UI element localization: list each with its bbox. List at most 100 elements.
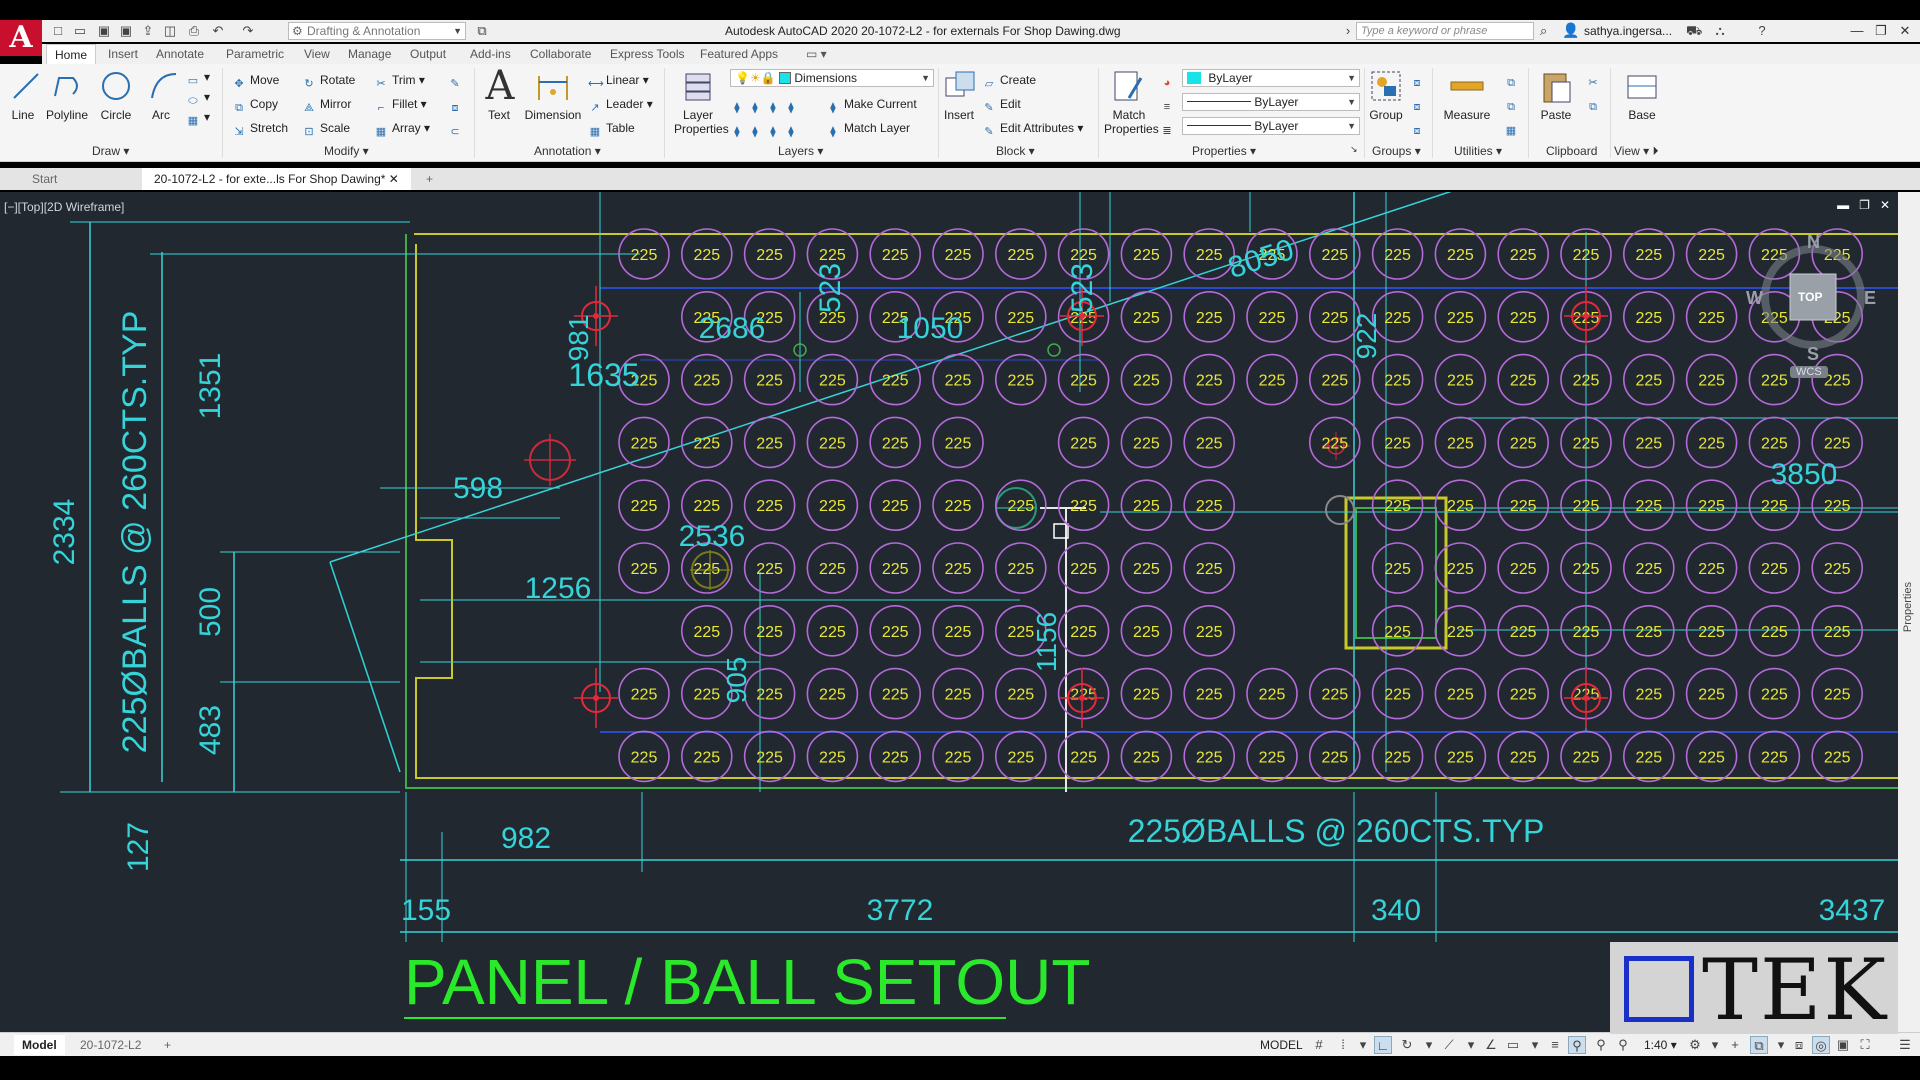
quick-select-icon[interactable]: ⧉ <box>1504 70 1522 89</box>
group-select-icon[interactable]: ⧈ <box>1410 118 1428 137</box>
open-file-icon[interactable]: ▭ <box>72 23 88 39</box>
compass-s[interactable]: S <box>1807 344 1819 365</box>
dimension-tool[interactable]: Dimension <box>522 68 584 122</box>
viewcube[interactable]: N S E W TOP WCS <box>1746 232 1878 378</box>
tab-layout[interactable]: 20-1072-L2 <box>72 1035 149 1055</box>
paste-tool[interactable]: Paste <box>1534 68 1578 122</box>
tab-active-drawing[interactable]: 20-1072-L2 - for exte...ls For Shop Dawi… <box>142 168 411 190</box>
application-menu-button[interactable]: A <box>0 20 42 56</box>
save-as-icon[interactable]: ▣ <box>118 23 134 39</box>
rectangle-icon[interactable]: ▭ ▾ <box>186 68 210 87</box>
viewcube-top-face[interactable]: TOP <box>1798 290 1822 304</box>
layer-dropdown[interactable]: 💡☀🔒 Dimensions ▼ <box>730 69 934 87</box>
panel-clipboard-label[interactable]: Clipboard <box>1546 144 1597 158</box>
viewport-controls-label[interactable]: [−][Top][2D Wireframe] <box>4 200 124 214</box>
gradient-icon[interactable]: ▦ ▾ <box>186 108 210 127</box>
edit-block-button[interactable]: ✎ Edit <box>982 95 1020 114</box>
fullscreen-icon[interactable]: ⛶ <box>1856 1036 1874 1054</box>
close-tab-icon[interactable]: ✕ <box>389 172 399 186</box>
customization-menu-icon[interactable]: ☰ <box>1896 1036 1914 1054</box>
insert-block-tool[interactable]: Insert <box>942 68 976 122</box>
properties-launcher-icon[interactable]: ↘ <box>1350 144 1358 155</box>
edit-attributes-button[interactable]: ✎ Edit Attributes ▾ <box>982 119 1083 138</box>
user-name[interactable]: sathya.ingersa... <box>1584 24 1672 38</box>
chevron-down-icon[interactable]: ▾ <box>1354 1036 1372 1054</box>
color-wheel-icon[interactable]: ◕ <box>1160 70 1178 89</box>
select-all-icon[interactable]: ⧉ <box>1504 94 1522 113</box>
web-mobile-icon[interactable]: ◫ <box>162 23 178 39</box>
tab-express-tools[interactable]: Express Tools <box>610 47 684 61</box>
fillet-button[interactable]: ⌐ Fillet ▾ <box>374 95 427 114</box>
compass-e[interactable]: E <box>1864 288 1876 309</box>
stretch-button[interactable]: ⇲ Stretch <box>232 119 288 138</box>
color-dropdown[interactable]: ByLayer ▼ <box>1182 69 1360 87</box>
ungroup-icon[interactable]: ⧈ <box>1410 70 1428 89</box>
minimize-icon[interactable]: — <box>1846 22 1868 40</box>
group-tool[interactable]: Group <box>1366 68 1406 122</box>
save-icon[interactable]: ▣ <box>96 23 112 39</box>
line-tool[interactable]: Line <box>8 68 39 122</box>
auto-scale-icon[interactable]: ⚲ <box>1592 1036 1610 1054</box>
tab-model[interactable]: Model <box>14 1035 65 1055</box>
isolate-objects-icon[interactable]: ⧉ <box>1750 1036 1768 1054</box>
circle-tool[interactable]: Circle <box>98 68 134 122</box>
new-file-icon[interactable]: □ <box>50 23 66 39</box>
annotation-scale-dropdown[interactable]: 1:40 ▾ <box>1636 1035 1685 1055</box>
polar-icon[interactable]: ↻ <box>1398 1036 1416 1054</box>
workspace-dropdown[interactable]: ⚙ Drafting & Annotation ▼ <box>288 22 466 40</box>
calculator-icon[interactable]: ▦ <box>1504 118 1522 137</box>
panel-utilities-label[interactable]: Utilities ▾ <box>1454 144 1502 158</box>
graphics-performance-icon[interactable]: ⧈ <box>1790 1036 1808 1054</box>
panel-draw-label[interactable]: Draw ▾ <box>92 144 129 158</box>
tab-featured-apps[interactable]: Featured Apps <box>700 47 778 61</box>
gear-icon[interactable]: ⚙ <box>1686 1036 1704 1054</box>
match-layer-button[interactable]: ⧫ Match Layer <box>826 119 910 138</box>
leader-button[interactable]: ↗ Leader ▾ <box>588 95 652 114</box>
restore-icon[interactable]: ❐ <box>1870 22 1892 40</box>
make-current-button[interactable]: ⧫ Make Current <box>826 95 916 114</box>
cart-icon[interactable]: ⛟ <box>1686 23 1702 39</box>
copy-button[interactable]: ⧉ Copy <box>232 95 278 114</box>
tab-manage[interactable]: Manage <box>348 47 391 61</box>
hatch-icon[interactable]: ⬭ ▾ <box>186 88 210 107</box>
linear-dimension-button[interactable]: ⟷ Linear ▾ <box>588 71 649 90</box>
object-snap-tracking-icon[interactable]: ▭ <box>1504 1036 1522 1054</box>
trim-button[interactable]: ✂ Trim ▾ <box>374 71 425 90</box>
panel-annotation-label[interactable]: Annotation ▾ <box>534 144 601 158</box>
object-snap-icon[interactable]: ∠ <box>1482 1036 1500 1054</box>
measure-tool[interactable]: Measure <box>1436 68 1498 122</box>
panel-layers-label[interactable]: Layers ▾ <box>778 144 823 158</box>
tab-output[interactable]: Output <box>410 47 446 61</box>
erase-icon[interactable]: ✎ <box>448 71 466 90</box>
ortho-icon[interactable]: ∟ <box>1374 1036 1392 1054</box>
user-icon[interactable]: 👤 <box>1562 22 1579 39</box>
cut-icon[interactable]: ✂ <box>1586 70 1604 89</box>
search-input[interactable]: Type a keyword or phrase <box>1356 22 1534 40</box>
lineweight-toggle-icon[interactable]: ≡ <box>1546 1036 1564 1054</box>
panel-properties-label[interactable]: Properties ▾ <box>1192 144 1256 158</box>
text-tool[interactable]: A Text <box>482 66 516 122</box>
isodraft-icon[interactable]: ⟋ <box>1440 1036 1458 1054</box>
explode-icon[interactable]: ⧈ <box>448 95 466 114</box>
search-expand-icon[interactable]: › <box>1340 23 1356 39</box>
minimize-icon[interactable]: ▬ <box>1837 198 1849 212</box>
array-button[interactable]: ▦ Array ▾ <box>374 119 430 138</box>
grid-icon[interactable]: # <box>1310 1036 1328 1054</box>
chevron-down-icon[interactable]: ▾ <box>1526 1036 1544 1054</box>
viewport-window-controls[interactable]: ▬ ❐ ✕ <box>1837 198 1890 212</box>
layer-tools-icons-2[interactable]: ⧫ ⧫ ⧫ ⧫ <box>730 119 802 138</box>
help-icon[interactable]: ? <box>1754 23 1770 39</box>
panel-modify-label[interactable]: Modify ▾ <box>324 144 369 158</box>
panel-groups-label[interactable]: Groups ▾ <box>1372 144 1421 158</box>
properties-palette-collapsed[interactable]: Properties <box>1898 192 1920 1034</box>
hardware-acceleration-icon[interactable]: ▣ <box>1834 1036 1852 1054</box>
binoculars-icon[interactable]: ⌕ <box>1540 23 1547 39</box>
rotate-button[interactable]: ↻ Rotate <box>302 71 355 90</box>
clean-screen-icon[interactable]: ◎ <box>1812 1036 1830 1054</box>
annotation-visibility-icon[interactable]: ⚲ <box>1568 1036 1586 1054</box>
panel-view-label[interactable]: View ▾ ⏵ <box>1614 144 1659 159</box>
lineweight-icon[interactable]: ≣ <box>1160 118 1178 137</box>
chevron-down-icon[interactable]: ▾ <box>1420 1036 1438 1054</box>
tab-start[interactable]: Start <box>20 168 69 190</box>
group-edit-icon[interactable]: ⧈ <box>1410 94 1428 113</box>
